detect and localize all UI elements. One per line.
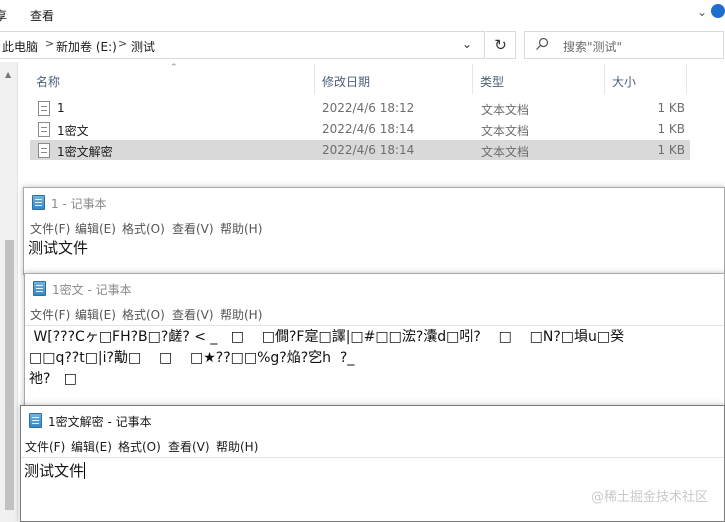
notepad-window-2[interactable]: 1密文 - 记事本 文件(F) 编辑(E) 格式(O) 查看(V) 帮助(H) …	[24, 273, 725, 411]
watermark: @稀土掘金技术社区	[590, 490, 708, 505]
notepad-menubar: 文件(F) 编辑(E) 格式(O) 查看(V) 帮助(H)	[25, 302, 724, 324]
text-line: □□q??t□|i?勱□ □ □★??□□%g?焔?穵h ?_	[29, 350, 355, 366]
ribbon-collapse-chevron-icon[interactable]: ⌄	[697, 5, 707, 19]
text-line: W[???Cヶ□FH?B□?鹾? < _ □ □僴?F寔□譯|□#□□浤?灢d□…	[29, 329, 625, 345]
scroll-up-icon[interactable]: ▲	[5, 70, 11, 79]
file-size: 1 KB	[657, 101, 685, 115]
notepad-window-1[interactable]: 1 - 记事本 文件(F) 编辑(E) 格式(O) 查看(V) 帮助(H) 测试…	[23, 187, 725, 275]
menu-help[interactable]: 帮助(H)	[220, 220, 262, 237]
menu-format[interactable]: 格式(O)	[122, 306, 165, 323]
breadcrumb-separator-icon[interactable]: >	[45, 37, 54, 50]
file-modified: 2022/4/6 18:12	[322, 101, 415, 115]
notepad-title: 1 - 记事本	[51, 197, 107, 211]
file-modified: 2022/4/6 18:14	[322, 143, 415, 157]
refresh-icon[interactable]: ↻	[486, 31, 516, 59]
menu-help[interactable]: 帮助(H)	[220, 306, 262, 323]
notepad-title: 1密文 - 记事本	[52, 283, 132, 297]
menu-file[interactable]: 文件(F)	[30, 220, 70, 237]
column-header-size[interactable]: 大小	[612, 73, 636, 90]
file-row[interactable]: 1 2022/4/6 18:12 文本文档 1 KB	[30, 98, 690, 118]
ribbon: 享 查看 ⌄	[0, 0, 725, 30]
breadcrumb-drive[interactable]: 新加卷 (E:)	[56, 38, 117, 55]
column-header-name[interactable]: 名称	[36, 73, 60, 90]
notepad-titlebar[interactable]: 1 - 记事本	[24, 188, 724, 216]
sort-ascending-icon: ⌃	[170, 63, 178, 73]
menu-format[interactable]: 格式(O)	[122, 220, 165, 237]
column-divider[interactable]	[686, 64, 687, 94]
file-size: 1 KB	[657, 143, 685, 157]
file-type: 文本文档	[481, 145, 530, 159]
text-file-icon	[38, 101, 50, 116]
menu-help[interactable]: 帮助(H)	[216, 438, 258, 455]
notepad-text-area[interactable]: 测试文件	[24, 237, 724, 274]
notepad-icon	[32, 195, 45, 210]
menu-edit[interactable]: 编辑(E)	[71, 438, 112, 455]
text-line-with-cursor: 测试文件	[24, 460, 86, 481]
breadcrumb-folder[interactable]: 测试	[131, 38, 155, 55]
file-name: 1	[57, 101, 65, 115]
notepad-icon	[29, 413, 42, 428]
column-divider[interactable]	[472, 64, 473, 94]
notepad-icon	[33, 281, 46, 296]
column-divider[interactable]	[604, 64, 605, 94]
notepad-titlebar[interactable]: 1密文 - 记事本	[25, 274, 724, 302]
file-type: 文本文档	[481, 124, 530, 138]
text-line: 测试文件	[24, 462, 85, 480]
menu-edit[interactable]: 编辑(E)	[75, 306, 116, 323]
menu-edit[interactable]: 编辑(E)	[75, 220, 116, 237]
text-file-icon	[38, 143, 50, 158]
text-line: 测试文件	[28, 239, 89, 257]
address-bar: 此电脑 > 新加卷 (E:) > 测试 ⌄ ↻ 搜索"测试"	[0, 31, 725, 61]
scrollbar-thumb[interactable]	[5, 240, 14, 510]
menu-view[interactable]: 查看(V)	[168, 438, 210, 455]
file-row-selected[interactable]: 1密文解密 2022/4/6 18:14 文本文档 1 KB	[30, 140, 690, 160]
file-size: 1 KB	[657, 122, 685, 136]
column-divider[interactable]	[314, 64, 315, 94]
address-box[interactable]: 此电脑 > 新加卷 (E:) > 测试 ⌄	[0, 31, 485, 59]
notepad-title: 1密文解密 - 记事本	[48, 415, 152, 429]
file-name: 1密文	[57, 124, 89, 138]
file-name: 1密文解密	[57, 145, 113, 159]
help-icon[interactable]	[711, 4, 725, 18]
column-header-type[interactable]: 类型	[480, 73, 504, 90]
menu-file[interactable]: 文件(F)	[25, 438, 65, 455]
file-row[interactable]: 1密文 2022/4/6 18:14 文本文档 1 KB	[30, 119, 690, 139]
text-file-icon	[38, 122, 50, 137]
file-modified: 2022/4/6 18:14	[322, 122, 415, 136]
menu-view[interactable]: 查看(V)	[172, 306, 214, 323]
search-placeholder: 搜索"测试"	[563, 40, 623, 54]
column-headers: ⌃ 名称 修改日期 类型 大小	[18, 63, 725, 94]
menu-format[interactable]: 格式(O)	[118, 438, 161, 455]
search-input[interactable]: 搜索"测试"	[524, 31, 724, 59]
breadcrumb-separator-icon[interactable]: >	[118, 37, 127, 50]
text-cursor	[84, 462, 86, 479]
text-line: 祂? □	[29, 371, 78, 387]
chevron-down-icon[interactable]: ⌄	[462, 37, 472, 51]
notepad-window-3[interactable]: 1密文解密 - 记事本 文件(F) 编辑(E) 格式(O) 查看(V) 帮助(H…	[20, 405, 725, 522]
column-header-modified[interactable]: 修改日期	[322, 73, 370, 90]
notepad-text-area[interactable]: W[???Cヶ□FH?B□?鹾? < _ □ □僴?F寔□譯|□#□□浤?灢d□…	[25, 325, 724, 410]
notepad-titlebar[interactable]: 1密文解密 - 记事本	[21, 406, 724, 434]
breadcrumb-this-pc[interactable]: 此电脑	[2, 38, 38, 55]
ribbon-tab-view[interactable]: 查看	[30, 7, 54, 24]
ribbon-tab-share[interactable]: 享	[0, 7, 7, 24]
menu-view[interactable]: 查看(V)	[172, 220, 214, 237]
file-type: 文本文档	[481, 103, 530, 117]
search-icon	[536, 37, 549, 50]
menu-file[interactable]: 文件(F)	[30, 306, 70, 323]
notepad-menubar: 文件(F) 编辑(E) 格式(O) 查看(V) 帮助(H)	[21, 434, 724, 456]
notepad-menubar: 文件(F) 编辑(E) 格式(O) 查看(V) 帮助(H)	[24, 216, 724, 238]
navigation-pane-scrollbar[interactable]: ▲	[0, 62, 18, 522]
